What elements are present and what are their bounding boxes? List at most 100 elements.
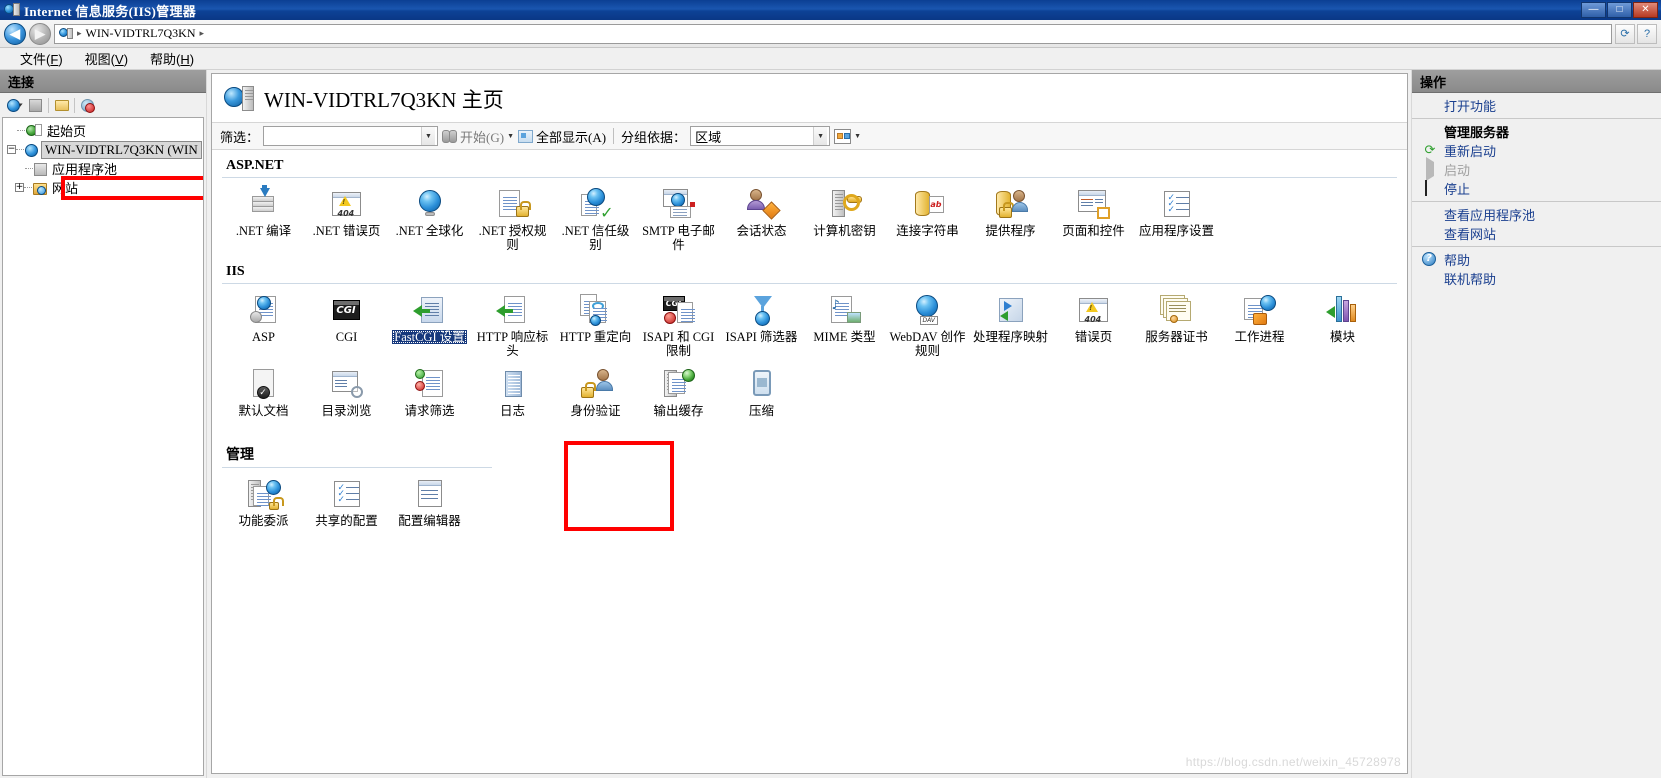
action-view-application-pools[interactable]: 查看应用程序池 [1412, 205, 1661, 224]
feature-isapi-filters[interactable]: ISAPI 筛选器 [720, 288, 803, 362]
feature-request-filtering[interactable]: 请求筛选 [388, 362, 471, 436]
action-open-feature[interactable]: 打开功能 [1412, 96, 1661, 115]
feature-session-state[interactable]: 会话状态 [720, 182, 803, 256]
tree-node-server[interactable]: − WIN-VIDTRL7Q3KN (WIN [3, 140, 203, 159]
feature-cgi[interactable]: CGI CGI [305, 288, 388, 362]
feature-configuration-editor[interactable]: 配置编辑器 [388, 472, 471, 546]
app-pools-icon [34, 163, 47, 176]
feature-request-filtering-label: 请求筛选 [404, 404, 455, 418]
feature-modules-label: 模块 [1329, 330, 1355, 344]
feature-net-trust-levels[interactable]: ✓ .NET 信任级别 [554, 182, 637, 256]
menu-help[interactable]: 帮助(H) [140, 47, 204, 70]
menu-file[interactable]: 文件(F) [10, 47, 73, 70]
help-button[interactable]: ? [1637, 23, 1657, 44]
action-online-help-label: 联机帮助 [1444, 272, 1497, 287]
feature-compression[interactable]: 压缩 [720, 362, 803, 436]
feature-authentication[interactable]: 身份验证 [554, 362, 637, 436]
feature-default-document[interactable]: ✓ 默认文档 [222, 362, 305, 436]
view-mode-arrow[interactable]: ▼ [854, 132, 861, 140]
filter-input[interactable]: ▼ [263, 126, 439, 146]
go-button[interactable]: 开始(G) ▼ [442, 127, 514, 146]
address-path-field[interactable]: ▸ WIN-VIDTRL7Q3KN ▸ [54, 23, 1612, 44]
feature-connection-strings[interactable]: ab 连接字符串 [886, 182, 969, 256]
group-by-dropdown-arrow[interactable]: ▼ [813, 127, 828, 145]
modules-icon [1325, 294, 1360, 326]
feature-webdav-authoring-rules[interactable]: DAV WebDAV 创作规则 [886, 288, 969, 362]
save-connections-icon[interactable] [27, 97, 44, 114]
filter-dropdown-arrow[interactable]: ▼ [421, 127, 436, 145]
group-by-select[interactable]: 区域 ▼ [690, 126, 831, 146]
go-dropdown-arrow[interactable]: ▼ [507, 132, 514, 140]
feature-net-globalization[interactable]: .NET 全球化 [388, 182, 471, 256]
feature-fastcgi-settings[interactable]: FastCGI 设置 [388, 288, 471, 362]
action-view-sites[interactable]: 查看网站 [1412, 224, 1661, 243]
feature-server-certificates[interactable]: 服务器证书 [1135, 288, 1218, 362]
actions-group-views: 查看应用程序池 查看网站 [1412, 202, 1661, 247]
action-restart[interactable]: ⟳ 重新启动 [1412, 141, 1661, 160]
view-mode-icon [834, 128, 852, 144]
tree-expander-sites[interactable]: + [15, 183, 24, 192]
action-help[interactable]: ? 帮助 [1412, 250, 1661, 269]
feature-directory-browsing[interactable]: 目录浏览 [305, 362, 388, 436]
feature-pages-and-controls[interactable]: 页面和控件 [1052, 182, 1135, 256]
feature-feature-delegation[interactable]: 功能委派 [222, 472, 305, 546]
tree-node-sites[interactable]: + 网站 [3, 178, 203, 197]
action-manage-server-header: 管理服务器 [1412, 122, 1661, 141]
feature-net-authorization-rules[interactable]: .NET 授权规则 [471, 182, 554, 256]
feature-worker-processes[interactable]: 工作进程 [1218, 288, 1301, 362]
feature-shared-configuration[interactable]: ✓ ✓ ✓ 共享的配置 [305, 472, 388, 546]
feature-error-pages[interactable]: 404 错误页 [1052, 288, 1135, 362]
feature-output-caching-label: 输出缓存 [653, 404, 704, 418]
open-connection-icon[interactable] [53, 97, 70, 114]
menu-help-accel: H [180, 52, 190, 67]
action-online-help[interactable]: 联机帮助 [1412, 269, 1661, 288]
close-button[interactable]: ✕ [1633, 2, 1658, 18]
minimize-button[interactable]: — [1581, 2, 1606, 18]
action-stop[interactable]: 停止 [1412, 179, 1661, 198]
section-management-grid: 功能委派 ✓ ✓ ✓ 共享的配置 配置编辑器 [222, 472, 1397, 546]
feature-output-caching[interactable]: 输出缓存 [637, 362, 720, 436]
features-scroll-area[interactable]: ASP.NET .NET 编译 ! 404 .NET 错误页 .NET 全球化 … [212, 150, 1407, 773]
feature-mime-types[interactable]: ♪ MIME 类型 [803, 288, 886, 362]
feature-net-error-pages[interactable]: 404 .NET 错误页 [305, 182, 388, 256]
refresh-button[interactable]: ⟳ [1615, 23, 1635, 44]
view-mode-button[interactable]: ▼ [834, 128, 861, 144]
feature-machine-key[interactable]: 计算机密钥 [803, 182, 886, 256]
tree-node-start-page[interactable]: 起始页 [3, 121, 203, 140]
feature-delegation-icon [247, 478, 284, 510]
feature-net-error-pages-label: .NET 错误页 [312, 224, 381, 238]
feature-http-response-headers[interactable]: HTTP 响应标头 [471, 288, 554, 362]
net-compilation-icon [247, 185, 281, 220]
actions-group-manage-server: 管理服务器 ⟳ 重新启动 启动 停止 [1412, 119, 1661, 202]
feature-providers[interactable]: 提供程序 [969, 182, 1052, 256]
connections-tree[interactable]: 起始页 − WIN-VIDTRL7Q3KN (WIN 应用程序池 + 网站 [2, 117, 204, 776]
disconnect-icon[interactable] [79, 97, 96, 114]
action-help-label: 帮助 [1444, 253, 1471, 268]
feature-handler-mappings[interactable]: 处理程序映射 [969, 288, 1052, 362]
feature-isapi-cgi-restrictions[interactable]: CGI ISAPI 和 CGI 限制 [637, 288, 720, 362]
feature-net-compilation[interactable]: .NET 编译 [222, 182, 305, 256]
isapi-filters-icon [745, 294, 779, 326]
feature-http-redirect[interactable]: HTTP 重定向 [554, 288, 637, 362]
breadcrumb-server[interactable]: WIN-VIDTRL7Q3KN [86, 26, 196, 41]
maximize-button[interactable]: □ [1607, 2, 1632, 18]
forward-button[interactable]: ▶ [29, 22, 51, 45]
tree-node-app-pools[interactable]: 应用程序池 [3, 159, 203, 178]
tree-expander-server[interactable]: − [7, 145, 16, 154]
feature-error-pages-label: 错误页 [1074, 330, 1113, 344]
feature-smtp-email[interactable]: SMTP 电子邮件 [637, 182, 720, 256]
breadcrumb-separator-1: ▸ [77, 28, 82, 38]
http-response-headers-icon [495, 294, 530, 326]
feature-modules[interactable]: 模块 [1301, 288, 1384, 362]
feature-mime-types-label: MIME 类型 [813, 330, 876, 344]
request-filtering-icon [413, 368, 447, 400]
feature-asp[interactable]: ASP [222, 288, 305, 362]
menu-view[interactable]: 视图(V) [75, 47, 138, 70]
show-all-button[interactable]: 全部显示(A) [518, 127, 606, 146]
shared-configuration-icon: ✓ ✓ ✓ [330, 478, 364, 510]
feature-application-settings[interactable]: ✓ ✓ ✓ 应用程序设置 [1135, 182, 1218, 256]
back-button[interactable]: ◀ [4, 22, 26, 45]
feature-logging[interactable]: 日志 [471, 362, 554, 436]
section-iis-grid: ASP CGI CGI FastCGI 设置 HTTP 响应标头 HTTP 重定… [222, 288, 1397, 436]
connect-to-icon[interactable]: ▾ [6, 97, 23, 114]
